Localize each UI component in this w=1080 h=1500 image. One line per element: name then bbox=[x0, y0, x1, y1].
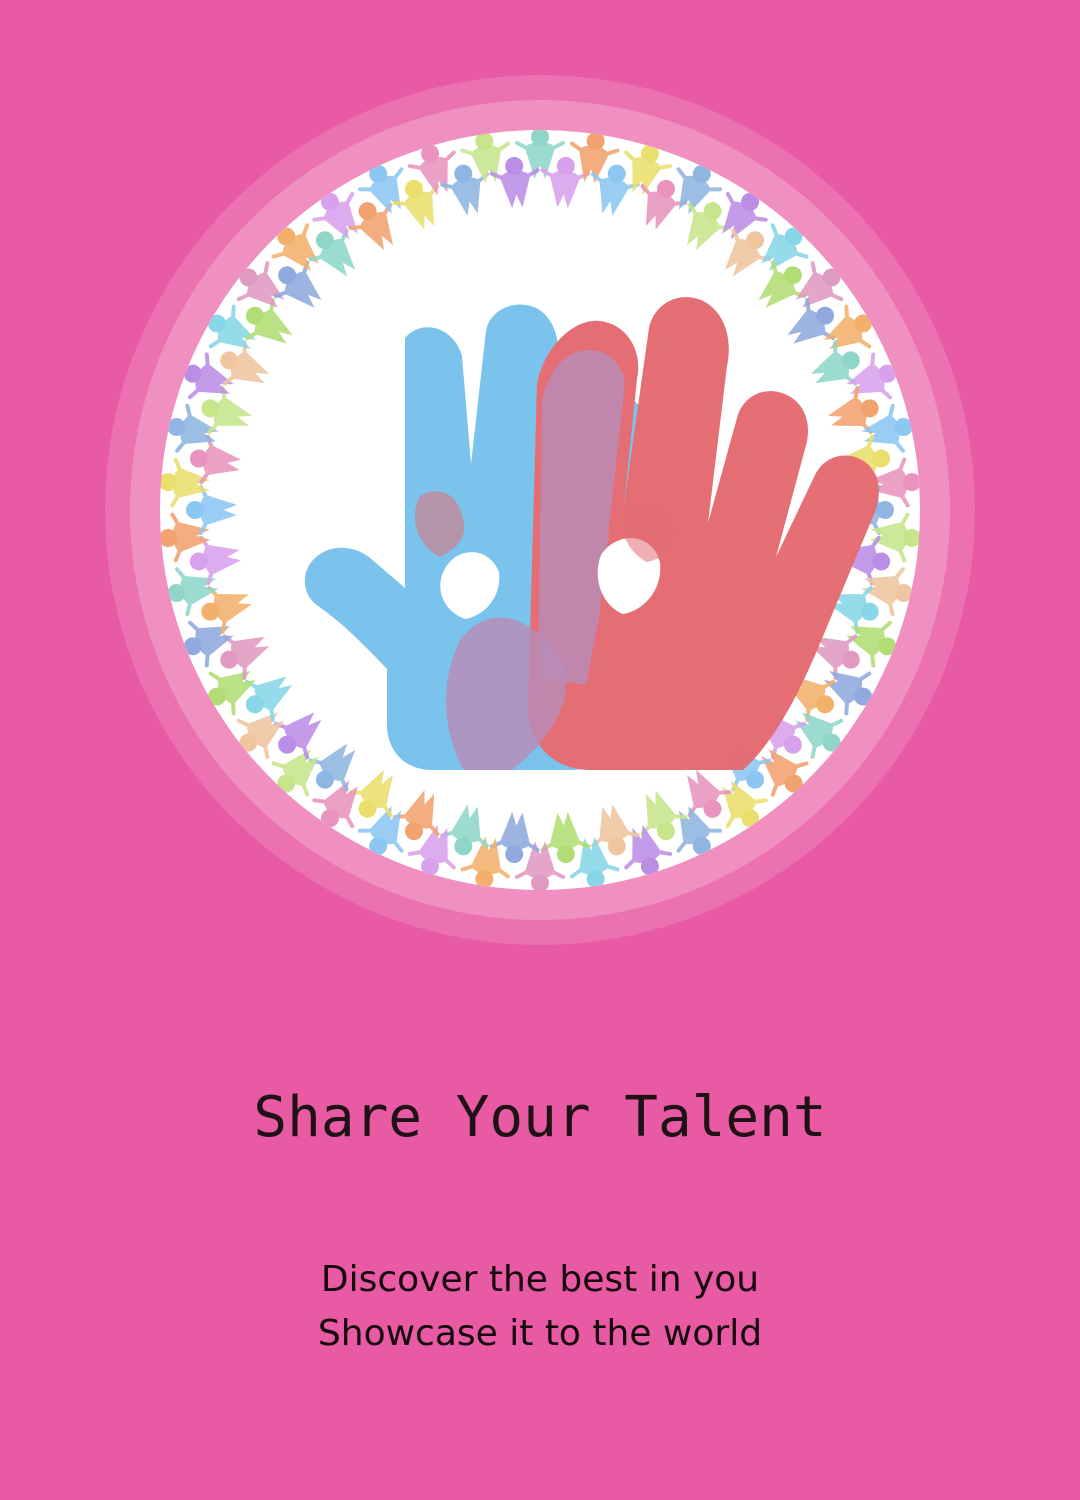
handprint-logo-icon bbox=[160, 130, 920, 890]
page-title: Share Your Talent bbox=[253, 1085, 827, 1150]
subtitle-line-2: Showcase it to the world bbox=[317, 1313, 763, 1354]
subtitle-line-1: Discover the best in you bbox=[320, 1259, 760, 1300]
welcome-screen: Share Your Talent Discover the best in y… bbox=[0, 0, 1080, 1500]
